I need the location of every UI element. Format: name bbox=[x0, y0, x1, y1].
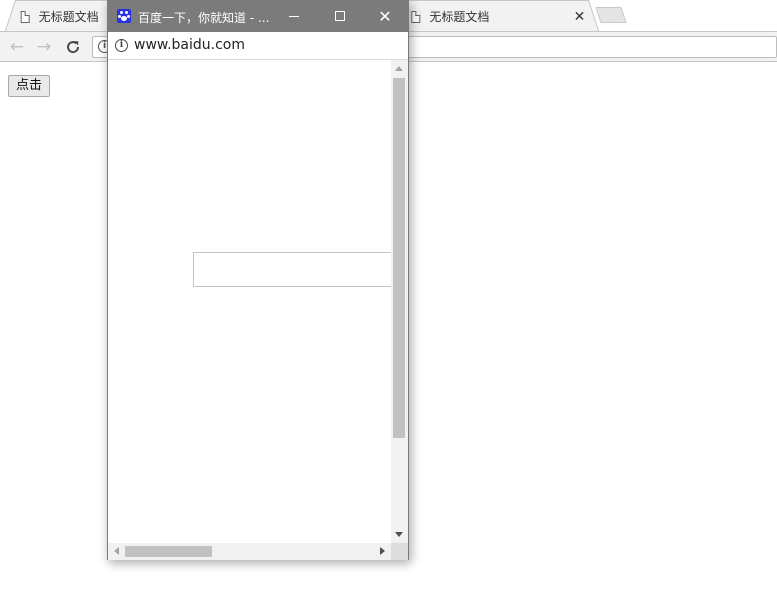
baidu-paw-icon bbox=[117, 9, 131, 23]
horizontal-scroll-thumb[interactable] bbox=[125, 546, 212, 557]
horizontal-scrollbar[interactable] bbox=[108, 543, 391, 560]
reload-icon[interactable] bbox=[63, 37, 83, 57]
popup-window: 百度一下，你就知道 - ... ✕ i www.baidu.com bbox=[107, 0, 409, 560]
tab-label: 无标题文档 bbox=[429, 9, 490, 24]
popup-titlebar[interactable]: 百度一下，你就知道 - ... ✕ bbox=[108, 1, 408, 32]
vertical-scroll-thumb[interactable] bbox=[393, 78, 405, 438]
popup-url: www.baidu.com bbox=[134, 37, 245, 53]
maximize-icon bbox=[335, 11, 345, 21]
maximize-button[interactable] bbox=[318, 1, 362, 32]
tab-close-icon[interactable]: ✕ bbox=[573, 8, 587, 24]
tab-label: 无标题文档 bbox=[38, 9, 99, 24]
new-tab-button[interactable] bbox=[595, 7, 627, 23]
minimize-button[interactable] bbox=[272, 1, 316, 32]
scroll-left-arrow-icon[interactable] bbox=[114, 547, 119, 555]
scroll-down-arrow-icon[interactable] bbox=[395, 532, 403, 537]
info-icon[interactable]: i bbox=[115, 39, 128, 52]
search-input[interactable] bbox=[193, 252, 398, 287]
scroll-up-arrow-icon[interactable] bbox=[395, 66, 403, 71]
back-arrow-icon[interactable]: ← bbox=[7, 37, 27, 57]
click-button[interactable]: 点击 bbox=[8, 75, 51, 97]
close-button[interactable]: ✕ bbox=[363, 1, 407, 32]
minimize-icon bbox=[289, 16, 299, 17]
popup-title: 百度一下，你就知道 - ... bbox=[138, 11, 270, 25]
close-icon: ✕ bbox=[378, 7, 392, 26]
popup-address-bar: i www.baidu.com bbox=[108, 32, 408, 60]
document-icon bbox=[20, 10, 30, 22]
scrollbar-corner bbox=[391, 543, 408, 560]
vertical-scrollbar[interactable] bbox=[391, 60, 408, 543]
tab-untitled-2[interactable]: 无标题文档 ✕ bbox=[390, 0, 600, 31]
document-icon bbox=[411, 10, 421, 22]
tab-untitled-1[interactable]: 无标题文档 bbox=[4, 0, 124, 31]
popup-page-content bbox=[108, 60, 408, 560]
forward-arrow-icon[interactable]: → bbox=[34, 37, 54, 57]
scroll-right-arrow-icon[interactable] bbox=[380, 547, 385, 555]
